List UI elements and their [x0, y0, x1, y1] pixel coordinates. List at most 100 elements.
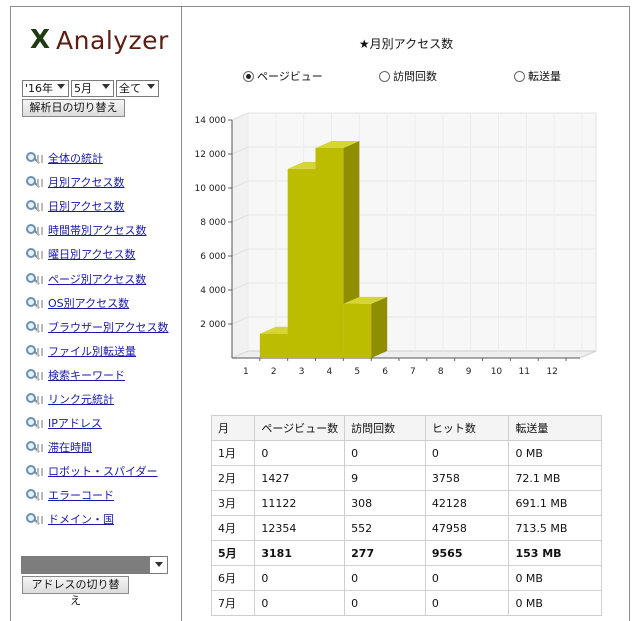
magnifier-chart-icon: [25, 440, 44, 454]
chart-xtick-label: 8: [438, 367, 444, 377]
chevron-down-icon: [147, 84, 155, 89]
sidebar-item-10[interactable]: リンク元統計: [25, 387, 168, 411]
sidebar-item-label[interactable]: IPアドレス: [48, 415, 102, 431]
sidebar-item-13[interactable]: ロボット・スパイダー: [25, 459, 168, 483]
chart-ytick-label: 4 000: [200, 286, 226, 296]
magnifier-chart-icon: [25, 199, 44, 213]
chart-xtick-label: 7: [410, 367, 416, 377]
table-cell: 9: [344, 465, 426, 491]
sidebar-item-1[interactable]: 月別アクセス数: [25, 170, 168, 194]
sidebar-item-label[interactable]: 全体の統計: [48, 150, 103, 166]
table-cell: 9565: [424, 540, 510, 566]
sidebar-item-6[interactable]: OS別アクセス数: [25, 291, 168, 315]
sidebar-item-12[interactable]: 滞在時間: [25, 435, 168, 459]
chart-xtick-label: 6: [382, 367, 388, 377]
sidebar-item-7[interactable]: ブラウザー別アクセス数: [25, 315, 168, 339]
switch-address-button[interactable]: アドレスの切り替え: [22, 576, 129, 607]
month-select-value: 5月: [74, 82, 92, 95]
sidebar-item-label[interactable]: 曜日別アクセス数: [48, 246, 135, 262]
chart-ytick-label: 12 000: [195, 150, 227, 160]
sidebar-item-9[interactable]: 検索キーワード: [25, 363, 168, 387]
scope-select[interactable]: 全て: [116, 80, 159, 97]
sidebar-item-label[interactable]: 時間帯別アクセス数: [48, 222, 146, 238]
chart-ytick-label: 8 000: [200, 218, 226, 228]
address-select-value: [22, 557, 150, 573]
address-select[interactable]: [21, 556, 168, 574]
sidebar-item-0[interactable]: 全体の統計: [25, 146, 168, 170]
magnifier-chart-icon: [25, 223, 44, 237]
magnifier-chart-icon: [25, 416, 44, 430]
sidebar-item-label[interactable]: エラーコード: [48, 487, 114, 503]
table-cell: 0 MB: [508, 565, 602, 591]
app-logo: X Analyzer: [30, 24, 169, 56]
chart-xtick-label: 2: [271, 367, 277, 377]
logo-name: Analyzer: [56, 25, 169, 55]
table-cell: 691.1 MB: [508, 490, 602, 516]
monthly-access-chart: 2 0004 0006 0008 00010 00012 00014 0001 2…: [195, 112, 597, 377]
chart-ytick-label: 6 000: [200, 252, 226, 262]
table-header-cell: 訪問回数: [344, 415, 426, 441]
chart-bar: [343, 303, 372, 358]
sidebar-item-label[interactable]: OS別アクセス数: [48, 295, 129, 311]
sidebar-item-label[interactable]: 検索キーワード: [48, 367, 125, 383]
radio-transfer-indicator: [514, 70, 525, 82]
chart-bar: [315, 147, 344, 358]
table-cell: 0: [254, 440, 346, 466]
table-cell: 4月: [210, 515, 256, 541]
table-cell: 552: [344, 515, 426, 541]
sidebar-item-5[interactable]: ページ別アクセス数: [25, 266, 168, 290]
radio-pageview-label: ページビュー: [257, 70, 323, 83]
magnifier-chart-icon: [25, 296, 44, 310]
sidebar-item-11[interactable]: IPアドレス: [25, 411, 168, 435]
sidebar-item-15[interactable]: ドメイン・国: [25, 507, 168, 531]
sidebar-item-label[interactable]: ページ別アクセス数: [48, 271, 146, 287]
table-cell: 42128: [424, 490, 510, 516]
table-header-row: 月ページビュー数 訪問回数 ヒット数 転送量: [210, 415, 602, 441]
table-cell: 0: [424, 590, 510, 616]
logo-mark: X: [30, 25, 51, 55]
sidebar-item-label[interactable]: ドメイン・国: [48, 511, 114, 527]
magnifier-chart-icon: [25, 368, 44, 382]
table-cell: 1427: [254, 465, 346, 491]
table-body: 1月 0 0 0 0 MB 2月 1427 9 3758 72.1 MB 3月 11122 308 421…: [210, 440, 602, 616]
sidebar-divider: [181, 6, 182, 621]
table-row: 4月 12354 552 47958 713.5 MB: [210, 515, 602, 541]
sidebar-item-label[interactable]: ロボット・スパイダー: [48, 463, 158, 479]
year-select-value: '16年: [25, 82, 54, 95]
month-select[interactable]: 5月: [71, 80, 114, 97]
radio-transfer-label: 転送量: [528, 70, 561, 83]
radio-pageview-indicator: [243, 70, 254, 82]
table-cell: 12354: [254, 515, 346, 541]
sidebar-item-3[interactable]: 時間帯別アクセス数: [25, 218, 168, 242]
radio-pageview[interactable]: ページビュー: [243, 68, 323, 84]
magnifier-chart-icon: [25, 272, 44, 286]
table-cell: 11122: [254, 490, 346, 516]
sidebar-item-4[interactable]: 曜日別アクセス数: [25, 242, 168, 266]
magnifier-chart-icon: [25, 512, 44, 526]
switch-date-button[interactable]: 解析日の切り替え: [22, 99, 125, 117]
chart-bar: [287, 168, 316, 358]
sidebar-item-label[interactable]: ブラウザー別アクセス数: [48, 319, 168, 335]
chart-ytick-label: 10 000: [195, 184, 227, 194]
sidebar-item-14[interactable]: エラーコード: [25, 483, 168, 507]
sidebar-item-label[interactable]: 月別アクセス数: [48, 174, 124, 190]
table-cell: 0: [254, 565, 346, 591]
table-cell: 153 MB: [508, 540, 602, 566]
sidebar-item-label[interactable]: リンク元統計: [48, 391, 114, 407]
magnifier-chart-icon: [25, 464, 44, 478]
year-select[interactable]: '16年: [22, 80, 69, 97]
table-row: 6月 0 0 0 0 MB: [210, 565, 602, 591]
chevron-down-icon: [57, 84, 65, 89]
chart-bar: [259, 333, 288, 358]
sidebar-item-label[interactable]: 日別アクセス数: [48, 198, 124, 214]
radio-visits[interactable]: 訪問回数: [379, 68, 437, 84]
sidebar-nav: 全体の統計月別アクセス数 日別アクセス数時間帯別アクセス数 曜日別アクセス数 ページ別…: [25, 146, 168, 532]
table-cell: 7月: [210, 590, 256, 616]
chart-bar-side: [371, 296, 388, 358]
sidebar-item-label[interactable]: 滞在時間: [48, 439, 92, 455]
table-header-cell: 転送量: [508, 415, 602, 441]
radio-transfer[interactable]: 転送量: [514, 68, 561, 84]
sidebar-item-8[interactable]: ファイル別転送量: [25, 339, 168, 363]
sidebar-item-2[interactable]: 日別アクセス数: [25, 194, 168, 218]
sidebar-item-label[interactable]: ファイル別転送量: [48, 343, 136, 359]
